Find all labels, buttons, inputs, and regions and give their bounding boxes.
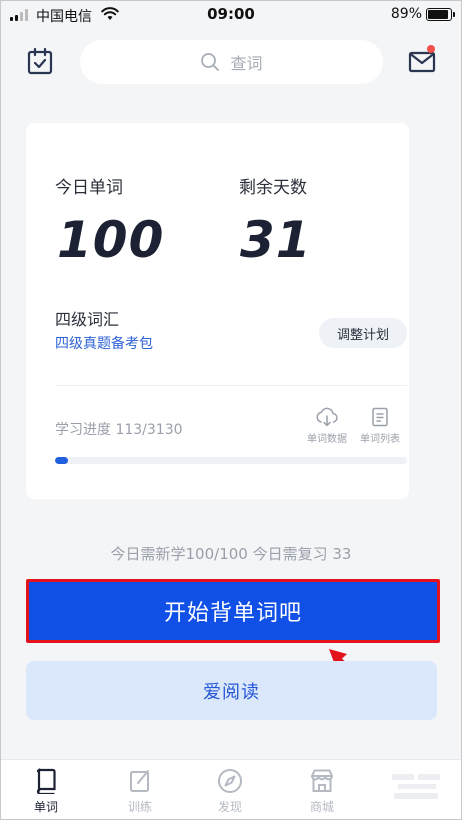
search-icon: [201, 53, 220, 71]
study-plan-card: 今日单词 100 剩余天数 31 四级词汇 四级真题备考包 调整计划 学习进度 …: [26, 123, 409, 499]
cloud-download-icon: [316, 407, 338, 427]
word-list-label: 单词列表: [360, 434, 400, 445]
today-words-value: 100: [57, 211, 165, 269]
word-data-button[interactable]: 单词数据: [303, 407, 351, 445]
today-words-label: 今日单词: [55, 178, 123, 198]
start-memorize-button[interactable]: 开始背单词吧: [26, 579, 440, 643]
daily-summary: 今日需新学100/100 今日需复习 33: [110, 545, 352, 563]
love-reading-button[interactable]: 爱阅读: [26, 661, 437, 720]
progress-label: 学习进度 113/3130: [55, 422, 183, 438]
progress-bar: [55, 457, 407, 464]
tab-discover[interactable]: 发现: [200, 768, 260, 815]
search-input[interactable]: 查词: [80, 40, 383, 84]
tab-training[interactable]: 训练: [110, 768, 170, 815]
book-icon: [36, 768, 56, 794]
compass-icon: [218, 769, 242, 793]
tab-words[interactable]: 单词: [16, 768, 76, 815]
edit-icon: [130, 770, 149, 792]
notification-dot: [427, 45, 435, 53]
status-bar: 中国电信 09:00 89%: [0, 0, 462, 30]
tab-store-label: 商城: [309, 800, 334, 814]
book-subtitle-link[interactable]: 四级真题备考包: [55, 333, 153, 353]
search-placeholder: 查词: [230, 54, 263, 73]
battery-percent: 89%: [390, 6, 422, 22]
days-left-value: 31: [240, 211, 312, 269]
adjust-plan-button[interactable]: 调整计划: [319, 318, 407, 348]
watermark: [392, 770, 442, 806]
tab-discover-label: 发现: [217, 800, 242, 814]
book-title: 四级词汇: [55, 310, 120, 329]
tab-store[interactable]: 商城: [292, 768, 352, 815]
document-list-icon: [372, 407, 388, 427]
progress-bar-fill: [55, 457, 68, 464]
word-data-label: 单词数据: [307, 434, 347, 445]
days-left-label: 剩余天数: [239, 178, 307, 198]
battery-icon: [426, 8, 455, 21]
calendar-check-icon[interactable]: [27, 47, 53, 75]
word-list-button[interactable]: 单词列表: [356, 407, 404, 445]
divider: [55, 385, 407, 386]
store-icon: [311, 769, 333, 792]
tab-training-label: 训练: [127, 800, 152, 814]
tab-words-label: 单词: [33, 800, 58, 814]
